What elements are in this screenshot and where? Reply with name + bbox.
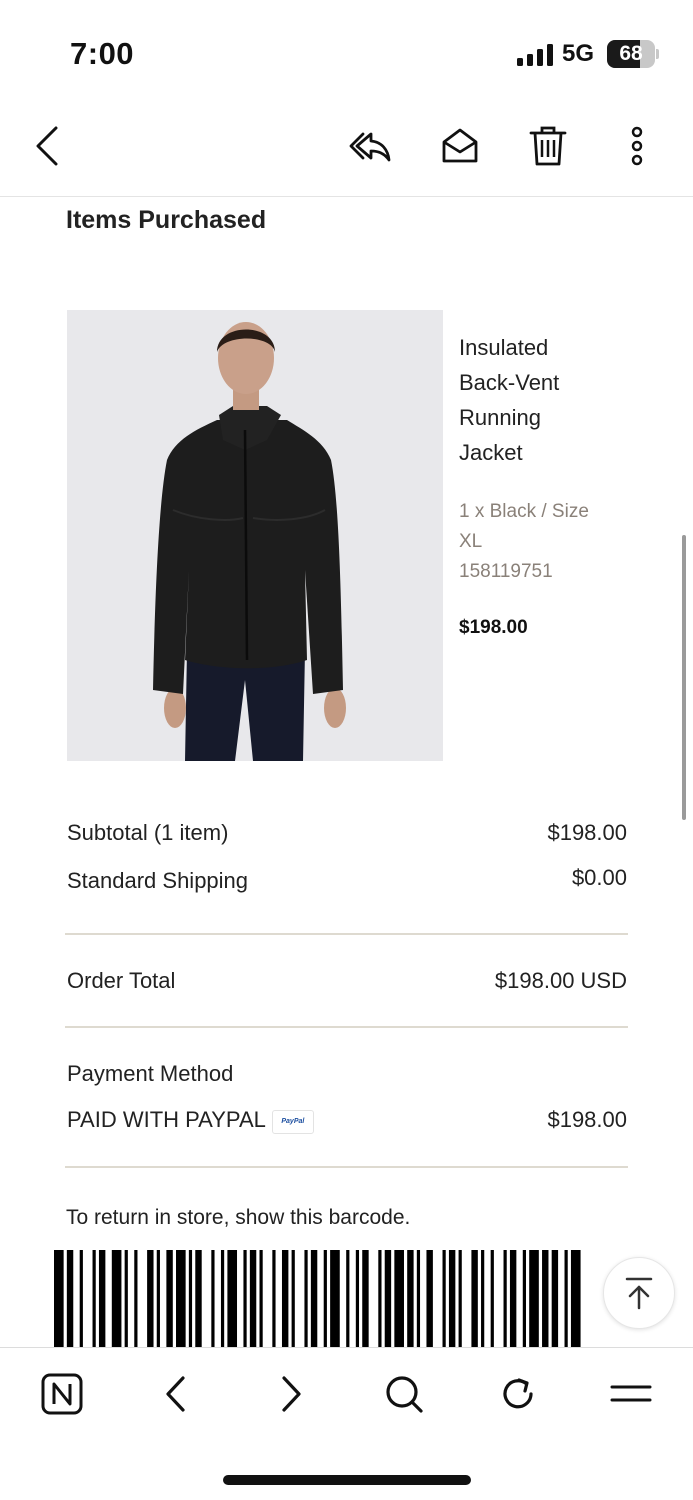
cellular-signal-icon xyxy=(517,44,553,66)
barcode-bar xyxy=(346,1250,350,1348)
barcode-bar xyxy=(92,1250,96,1348)
barcode-bar xyxy=(79,1250,83,1348)
scrollbar[interactable] xyxy=(682,535,686,820)
barcode-bar xyxy=(448,1250,456,1348)
barcode-bar xyxy=(551,1250,559,1348)
barcode-bar xyxy=(243,1250,247,1348)
network-type: 5G xyxy=(562,40,595,67)
reload-icon[interactable] xyxy=(494,1370,542,1418)
barcode-bar xyxy=(66,1250,74,1348)
barcode-bar xyxy=(426,1250,433,1348)
payment-method-label: Payment Method xyxy=(67,1061,234,1086)
product-sku: 158119751 xyxy=(459,561,553,582)
barcode-bar xyxy=(134,1250,138,1348)
return-barcode xyxy=(54,1250,581,1348)
barcode-bar xyxy=(564,1250,568,1348)
barcode-bar xyxy=(542,1250,549,1348)
browser-forward-icon[interactable] xyxy=(267,1370,315,1418)
order-total-value: $198.00 USD xyxy=(494,968,627,993)
barcode-bar xyxy=(570,1250,581,1348)
shipping-label: Standard Shipping xyxy=(67,868,249,893)
items-purchased-heading: Items Purchased xyxy=(66,206,267,234)
payment-amount: $198.00 xyxy=(547,1107,627,1132)
more-vertical-icon[interactable] xyxy=(611,120,663,172)
subtotal-label: Subtotal (1 item) xyxy=(67,820,229,845)
barcode-bar xyxy=(304,1250,308,1348)
battery-percent: 68 xyxy=(619,42,643,65)
barcode-bar xyxy=(529,1250,539,1348)
barcode-bar xyxy=(111,1250,122,1348)
barcode-bar xyxy=(503,1250,507,1348)
barcode-bar xyxy=(195,1250,202,1348)
payment-row: PAID WITH PAYPAL PayPal $198.00 xyxy=(67,1107,627,1134)
barcode-bar xyxy=(156,1250,160,1348)
shipping-row: Standard Shipping $0.00 xyxy=(67,865,627,894)
battery-cap xyxy=(656,49,659,59)
barcode-bar xyxy=(249,1250,257,1348)
paypal-logo-icon: PayPal xyxy=(271,1110,314,1134)
clock: 7:00 xyxy=(70,36,135,71)
trash-icon[interactable] xyxy=(522,120,574,172)
barcode-bar xyxy=(509,1250,517,1348)
browser-back-icon[interactable] xyxy=(152,1370,200,1418)
barcode-bar xyxy=(458,1250,462,1348)
divider xyxy=(65,1166,628,1168)
barcode-bar xyxy=(166,1250,173,1348)
barcode-bar xyxy=(124,1250,128,1348)
reply-all-icon[interactable] xyxy=(345,120,397,172)
barcode-bar xyxy=(176,1250,186,1348)
menu-icon[interactable] xyxy=(607,1370,655,1418)
barcode-bar xyxy=(227,1250,238,1348)
divider xyxy=(65,1026,628,1028)
return-instructions: To return in store, show this barcode. xyxy=(66,1206,411,1229)
barcode-bar xyxy=(330,1250,340,1348)
barcode-bar xyxy=(281,1250,289,1348)
order-total-label: Order Total xyxy=(67,968,176,993)
barcode-bar xyxy=(490,1250,494,1348)
barcode-bar xyxy=(259,1250,263,1348)
product-image[interactable] xyxy=(67,310,443,761)
notion-icon[interactable] xyxy=(38,1370,86,1418)
mark-unread-icon[interactable] xyxy=(434,120,486,172)
scroll-to-top-button[interactable] xyxy=(603,1257,675,1329)
status-bar: 7:00 5G 68 xyxy=(0,0,693,100)
divider xyxy=(65,933,628,935)
barcode-bar xyxy=(188,1250,193,1348)
barcode-bar xyxy=(481,1250,485,1348)
barcode-bar xyxy=(291,1250,295,1348)
barcode-bar xyxy=(407,1250,414,1348)
barcode-bar xyxy=(394,1250,404,1348)
barcode-bar xyxy=(362,1250,369,1348)
mail-toolbar xyxy=(0,100,693,197)
barcode-bar xyxy=(355,1250,360,1348)
home-indicator[interactable] xyxy=(223,1475,471,1485)
barcode-bar xyxy=(211,1250,215,1348)
barcode-bar xyxy=(323,1250,327,1348)
order-total-row: Order Total $198.00 USD xyxy=(67,968,627,994)
barcode-bar xyxy=(220,1250,225,1348)
barcode-bar xyxy=(98,1250,106,1348)
barcode-bar xyxy=(442,1250,446,1348)
barcode-bar xyxy=(416,1250,421,1348)
arrow-up-to-line-icon xyxy=(625,1277,653,1310)
barcode-bar xyxy=(147,1250,154,1348)
jacket-model-photo xyxy=(67,310,443,761)
barcode-bar xyxy=(378,1250,382,1348)
barcode-bar xyxy=(272,1250,276,1348)
barcode-bar xyxy=(522,1250,526,1348)
barcode-bar xyxy=(384,1250,392,1348)
back-chevron-icon[interactable] xyxy=(22,120,74,172)
battery-icon: 68 xyxy=(607,40,655,68)
product-name[interactable]: Insulated Back-Vent Running Jacket xyxy=(459,330,609,470)
search-icon[interactable] xyxy=(380,1370,428,1418)
barcode-bar xyxy=(310,1250,318,1348)
barcode-bar xyxy=(471,1250,478,1348)
payment-method-value: PAID WITH PAYPAL xyxy=(67,1107,266,1132)
subtotal-row: Subtotal (1 item) $198.00 xyxy=(67,820,627,846)
product-variant: 1 x Black / Size XL xyxy=(459,501,589,552)
subtotal-value: $198.00 xyxy=(547,820,627,845)
shipping-value: $0.00 xyxy=(571,865,627,890)
product-price: $198.00 xyxy=(459,617,528,638)
barcode-bar xyxy=(54,1250,64,1348)
